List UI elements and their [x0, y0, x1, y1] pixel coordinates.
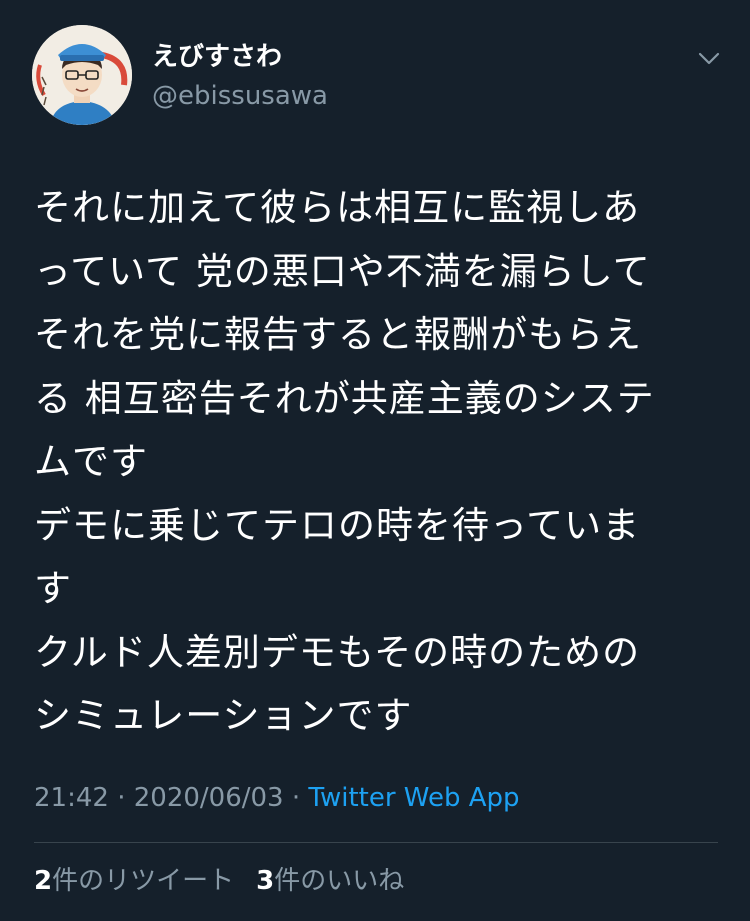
- tweet-text-line: デモに乗じてテロの時を待っていま: [34, 503, 641, 547]
- likes-stat[interactable]: 3件のいいね: [256, 866, 404, 896]
- author-handle[interactable]: @ebissusawa: [152, 80, 328, 112]
- tweet-text: それに加えて彼らは相互に監視しあ っていて 党の悪口や不満を漏らして それを党に…: [34, 176, 724, 748]
- tweet-detail: えびすさわ @ebissusawa それに加えて彼らは相互に監視しあ っていて …: [0, 0, 750, 921]
- tweet-text-line: っていて 党の悪口や不満を漏らして: [34, 249, 651, 293]
- like-count: 3: [256, 866, 275, 896]
- tweet-source-link[interactable]: Twitter Web App: [308, 783, 519, 813]
- tweet-text-line: クルド人差別デモもその時のための: [34, 630, 641, 674]
- retweet-count: 2: [34, 866, 53, 896]
- tweet-text-line: る 相互密告それが共産主義のシステ: [34, 376, 655, 420]
- tweet-text-line: それに加えて彼らは相互に監視しあ: [34, 186, 641, 229]
- tweet-menu-button[interactable]: [692, 44, 726, 74]
- tweet-text-line: ムです: [34, 440, 148, 483]
- retweet-label: 件のリツイート: [52, 866, 235, 896]
- meta-separator: ·: [117, 783, 126, 813]
- tweet-text-line: それを党に報告すると報酬がもらえ: [34, 313, 642, 356]
- retweets-stat[interactable]: 2件のリツイート: [34, 866, 234, 896]
- tweet-time[interactable]: 21:42: [34, 783, 109, 813]
- tweet-stats: 2件のリツイート 3件のいいね: [34, 862, 404, 900]
- divider: [34, 842, 718, 843]
- tweet-text-line: す: [34, 567, 72, 610]
- avatar-illustration: [32, 25, 132, 125]
- avatar[interactable]: [32, 25, 132, 125]
- meta-separator: ·: [291, 783, 301, 813]
- like-label: 件のいいね: [274, 866, 405, 896]
- author-display-name[interactable]: えびすさわ: [152, 40, 282, 74]
- chevron-down-icon: [698, 52, 720, 65]
- tweet-text-line: シミュレーションです: [34, 694, 413, 737]
- tweet-metadata: 21:42 · 2020/06/03 · Twitter Web App: [34, 780, 520, 816]
- tweet-date[interactable]: 2020/06/03: [134, 783, 284, 813]
